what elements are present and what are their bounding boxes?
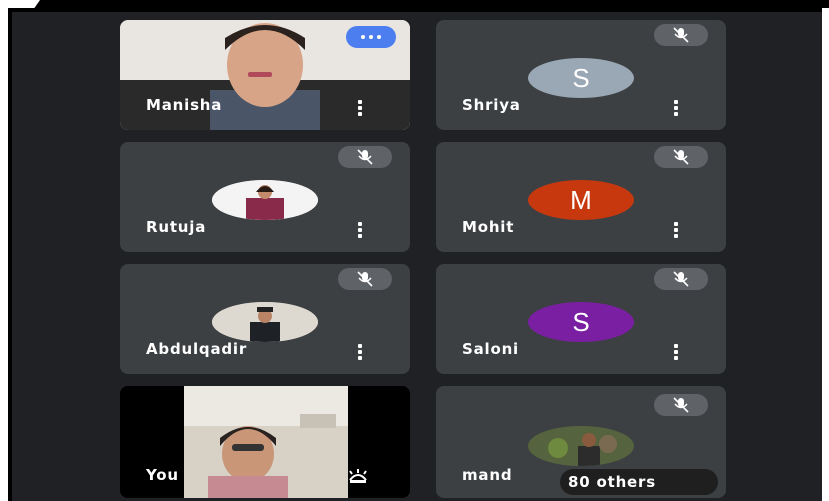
participant-tile-abdulqadir[interactable]: Abdulqadir — [120, 264, 410, 374]
avatar-initial: S — [528, 58, 634, 98]
mic-off-icon — [338, 146, 392, 168]
participant-name: mand — [462, 466, 513, 484]
participant-tile-manisha[interactable]: Manisha — [120, 20, 410, 130]
participant-tile-saloni[interactable]: S Saloni — [436, 264, 726, 374]
self-view-icon[interactable] — [344, 468, 372, 488]
more-vert-icon[interactable] — [673, 344, 678, 360]
participant-name: Shriya — [462, 96, 521, 114]
participant-tile-rutuja[interactable]: Rutuja — [120, 142, 410, 252]
participant-name: You — [146, 466, 179, 484]
more-vert-icon[interactable] — [357, 100, 362, 116]
mic-off-icon — [338, 268, 392, 290]
meeting-grid: Manisha S Shriya Rutuja M Mohit Abdulqad… — [8, 8, 822, 501]
more-vert-icon[interactable] — [357, 222, 362, 238]
speaking-dots-icon — [346, 26, 396, 48]
mic-off-icon — [654, 394, 708, 416]
avatar-photo — [528, 426, 634, 466]
more-vert-icon[interactable] — [357, 344, 362, 360]
mic-off-icon — [654, 268, 708, 290]
more-vert-icon[interactable] — [673, 222, 678, 238]
avatar-photo — [212, 302, 318, 342]
participant-name: Mohit — [462, 218, 515, 236]
participant-tile-shriya[interactable]: S Shriya — [436, 20, 726, 130]
avatar-photo — [212, 180, 318, 220]
mic-off-icon — [654, 24, 708, 46]
others-count-label: 80 others — [568, 473, 656, 491]
participant-name: Manisha — [146, 96, 223, 114]
more-vert-icon[interactable] — [673, 100, 678, 116]
avatar-initial: M — [528, 180, 634, 220]
others-participants-button[interactable]: 80 others — [560, 469, 718, 495]
participant-tile-mohit[interactable]: M Mohit — [436, 142, 726, 252]
avatar-initial: S — [528, 302, 634, 342]
participant-tile-self[interactable]: You — [120, 386, 410, 498]
top-edge — [0, 0, 829, 8]
mic-off-icon — [654, 146, 708, 168]
participant-name: Saloni — [462, 340, 519, 358]
participant-name: Rutuja — [146, 218, 207, 236]
participant-name: Abdulqadir — [146, 340, 248, 358]
